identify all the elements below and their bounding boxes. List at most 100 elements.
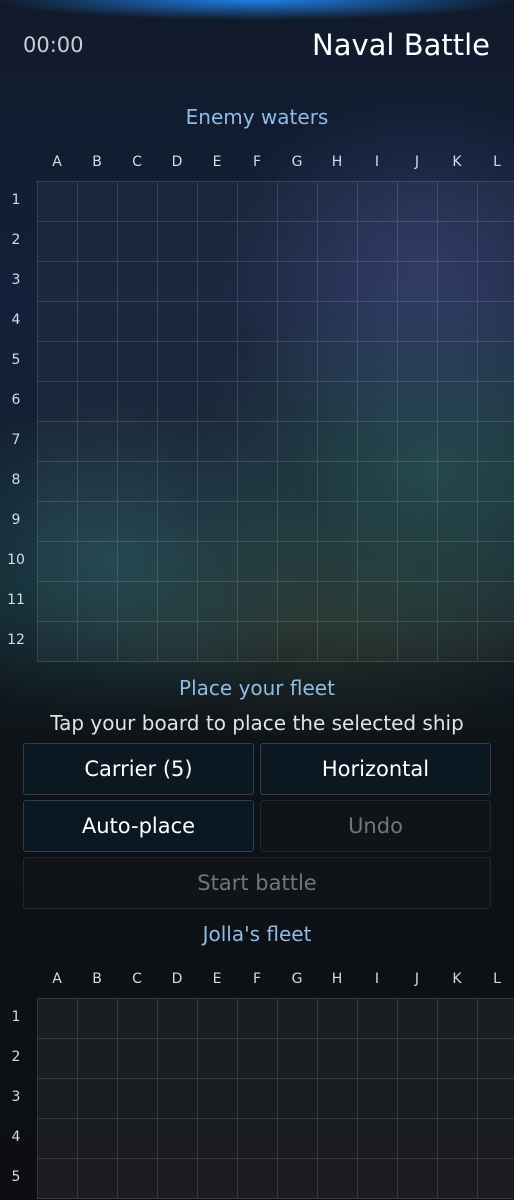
board-cell[interactable] (78, 182, 118, 222)
board-cell[interactable] (78, 542, 118, 582)
board-cell[interactable] (438, 302, 478, 342)
board-cell[interactable] (118, 1039, 158, 1079)
board-cell[interactable] (238, 1039, 278, 1079)
board-cell[interactable] (38, 182, 78, 222)
board-cell[interactable] (198, 1039, 238, 1079)
board-cell[interactable] (158, 182, 198, 222)
board-cell[interactable] (78, 422, 118, 462)
board-cell[interactable] (478, 222, 514, 262)
board-cell[interactable] (38, 1119, 78, 1159)
board-cell[interactable] (38, 302, 78, 342)
board-cell[interactable] (398, 1159, 438, 1199)
board-cell[interactable] (118, 302, 158, 342)
board-cell[interactable] (38, 262, 78, 302)
board-cell[interactable] (198, 502, 238, 542)
board-cell[interactable] (398, 542, 438, 582)
board-cell[interactable] (38, 582, 78, 622)
board-cell[interactable] (238, 382, 278, 422)
board-cell[interactable] (198, 182, 238, 222)
board-cell[interactable] (198, 262, 238, 302)
board-cell[interactable] (318, 262, 358, 302)
board-cell[interactable] (158, 462, 198, 502)
board-cell[interactable] (318, 502, 358, 542)
board-cell[interactable] (318, 622, 358, 662)
board-cell[interactable] (318, 1159, 358, 1199)
orientation-toggle-button[interactable]: Horizontal (260, 743, 491, 795)
board-cell[interactable] (398, 502, 438, 542)
board-cell[interactable] (478, 422, 514, 462)
board-cell[interactable] (278, 1159, 318, 1199)
board-cell[interactable] (358, 622, 398, 662)
board-cell[interactable] (278, 582, 318, 622)
board-cell[interactable] (278, 422, 318, 462)
board-cell[interactable] (198, 999, 238, 1039)
board-cell[interactable] (278, 462, 318, 502)
enemy-board-grid[interactable] (37, 181, 514, 662)
board-cell[interactable] (398, 582, 438, 622)
board-cell[interactable] (478, 1079, 514, 1119)
board-cell[interactable] (358, 382, 398, 422)
board-cell[interactable] (118, 999, 158, 1039)
board-cell[interactable] (478, 342, 514, 382)
board-cell[interactable] (78, 462, 118, 502)
board-cell[interactable] (398, 302, 438, 342)
board-cell[interactable] (478, 622, 514, 662)
board-cell[interactable] (438, 1119, 478, 1159)
board-cell[interactable] (198, 462, 238, 502)
board-cell[interactable] (438, 382, 478, 422)
board-cell[interactable] (398, 182, 438, 222)
board-cell[interactable] (318, 1079, 358, 1119)
board-cell[interactable] (438, 542, 478, 582)
board-cell[interactable] (438, 622, 478, 662)
board-cell[interactable] (198, 582, 238, 622)
board-cell[interactable] (278, 542, 318, 582)
board-cell[interactable] (238, 262, 278, 302)
board-cell[interactable] (78, 999, 118, 1039)
board-cell[interactable] (478, 302, 514, 342)
board-cell[interactable] (278, 622, 318, 662)
own-board-grid[interactable] (37, 998, 514, 1199)
board-cell[interactable] (158, 502, 198, 542)
board-cell[interactable] (118, 1119, 158, 1159)
board-cell[interactable] (38, 422, 78, 462)
board-cell[interactable] (358, 222, 398, 262)
board-cell[interactable] (238, 302, 278, 342)
board-cell[interactable] (238, 999, 278, 1039)
board-cell[interactable] (438, 262, 478, 302)
board-cell[interactable] (438, 422, 478, 462)
board-cell[interactable] (158, 542, 198, 582)
board-cell[interactable] (478, 182, 514, 222)
board-cell[interactable] (358, 1039, 398, 1079)
board-cell[interactable] (358, 582, 398, 622)
board-cell[interactable] (318, 542, 358, 582)
board-cell[interactable] (358, 462, 398, 502)
board-cell[interactable] (158, 1119, 198, 1159)
board-cell[interactable] (278, 1039, 318, 1079)
board-cell[interactable] (398, 382, 438, 422)
board-cell[interactable] (198, 342, 238, 382)
board-cell[interactable] (238, 422, 278, 462)
board-cell[interactable] (118, 382, 158, 422)
board-cell[interactable] (158, 1039, 198, 1079)
board-cell[interactable] (238, 1119, 278, 1159)
board-cell[interactable] (38, 382, 78, 422)
board-cell[interactable] (438, 222, 478, 262)
board-cell[interactable] (358, 1079, 398, 1119)
board-cell[interactable] (118, 462, 158, 502)
board-cell[interactable] (198, 542, 238, 582)
board-cell[interactable] (398, 222, 438, 262)
board-cell[interactable] (438, 1079, 478, 1119)
board-cell[interactable] (38, 1039, 78, 1079)
board-cell[interactable] (238, 622, 278, 662)
board-cell[interactable] (158, 342, 198, 382)
board-cell[interactable] (118, 182, 158, 222)
board-cell[interactable] (438, 342, 478, 382)
board-cell[interactable] (318, 999, 358, 1039)
board-cell[interactable] (38, 502, 78, 542)
board-cell[interactable] (318, 222, 358, 262)
board-cell[interactable] (318, 1119, 358, 1159)
board-cell[interactable] (238, 542, 278, 582)
board-cell[interactable] (198, 1079, 238, 1119)
board-cell[interactable] (278, 342, 318, 382)
board-cell[interactable] (38, 1079, 78, 1119)
